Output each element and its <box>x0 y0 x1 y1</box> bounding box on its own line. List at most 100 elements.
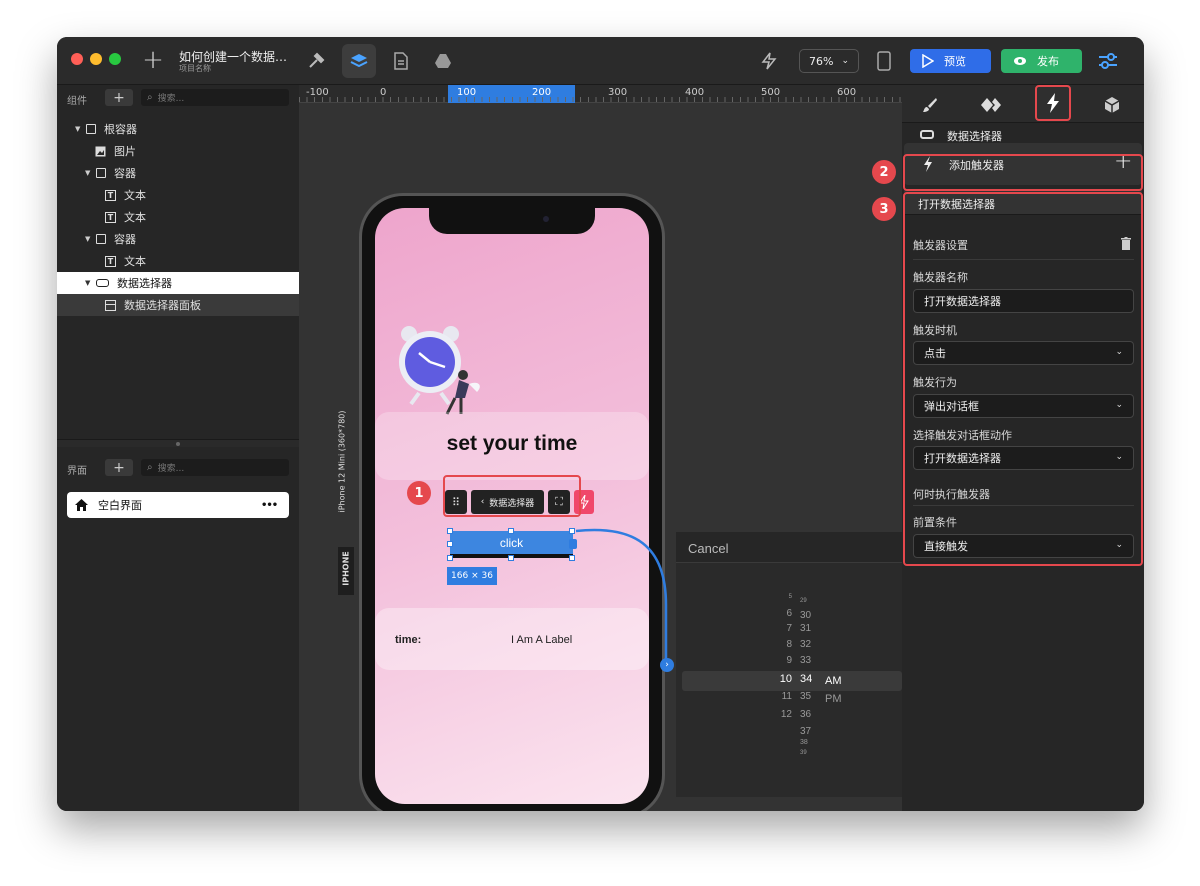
step-badge-2: 2 <box>872 160 896 184</box>
chevron-right-icon[interactable]: › <box>660 658 674 672</box>
device-icon[interactable] <box>875 49 893 73</box>
tree-item-container[interactable]: ▼ 容器 <box>57 228 299 250</box>
minimize-window-button[interactable] <box>90 53 102 65</box>
picker-minute[interactable]: 35 <box>800 691 811 702</box>
resize-handle[interactable] <box>447 528 453 534</box>
page-search-input[interactable]: ⌕ 搜索... <box>141 459 289 476</box>
size-tag: 166 × 36 <box>447 567 497 585</box>
resize-handle[interactable] <box>447 541 453 547</box>
zoom-select[interactable]: 76% ⌄ <box>799 49 859 73</box>
tree-item-datapicker[interactable]: ▼ 数据选择器 <box>57 272 299 294</box>
am-label[interactable]: AM <box>825 675 842 687</box>
text-icon: T <box>105 255 116 267</box>
sidebar-divider[interactable] <box>57 439 299 447</box>
picker-minute[interactable]: 37 <box>800 726 811 737</box>
datepicker-panel: Cancel 5 6 7 8 9 10 11 12 29 30 31 32 33 34 35 36 37 38 3… <box>676 532 902 797</box>
more-options-icon[interactable]: ••• <box>261 500 278 511</box>
picker-minute[interactable]: 31 <box>800 623 811 634</box>
preview-button[interactable]: 预览 <box>910 49 991 73</box>
device-tab[interactable]: IPHONE <box>338 547 354 595</box>
search-placeholder: 搜索... <box>157 94 185 104</box>
tree-item-root[interactable]: ▼ 根容器 <box>57 118 299 140</box>
datapicker-icon <box>920 130 934 139</box>
project-subtitle: 项目名称 <box>179 64 211 73</box>
layers-icon[interactable] <box>342 44 376 78</box>
picker-hour[interactable]: 7 <box>786 623 792 634</box>
picker-minute[interactable]: 34 <box>800 673 812 685</box>
picker-hour[interactable]: 9 <box>786 655 792 666</box>
resize-handle[interactable] <box>508 528 514 534</box>
drive-icon[interactable] <box>430 48 456 74</box>
page-item-blank[interactable]: 空白界面 ••• <box>67 492 289 518</box>
picker-selection-band <box>682 671 902 691</box>
picker-minute[interactable]: 36 <box>800 709 811 720</box>
tree-item-image[interactable]: 图片 <box>57 140 299 162</box>
tree-item-datapicker-panel[interactable]: 数据选择器面板 <box>57 294 299 316</box>
phone-notch <box>429 208 595 234</box>
add-page-button[interactable]: + <box>105 459 133 476</box>
hammer-icon[interactable] <box>303 48 329 74</box>
brush-icon[interactable] <box>916 93 944 117</box>
time-value: I Am A Label <box>511 634 573 646</box>
expand-triangle-icon[interactable]: ▼ <box>85 279 91 287</box>
picker-hour[interactable]: 8 <box>786 639 792 650</box>
picker-minute[interactable]: 39 <box>800 750 807 756</box>
picker-hour[interactable]: 6 <box>786 608 792 619</box>
preview-label: 预览 <box>944 55 966 68</box>
bolt-outline-icon[interactable] <box>757 49 781 73</box>
text-icon: T <box>105 189 116 201</box>
add-icon[interactable]: + <box>141 45 165 75</box>
chevron-down-icon: ⌄ <box>841 56 849 66</box>
cancel-button[interactable]: Cancel <box>688 541 728 556</box>
picker-hour[interactable]: 10 <box>780 673 792 685</box>
tree-label: 文本 <box>124 211 146 224</box>
panel-icon <box>105 299 116 311</box>
pages-label: 界面 <box>67 466 87 477</box>
maximize-window-button[interactable] <box>109 53 121 65</box>
expand-triangle-icon[interactable]: ▼ <box>85 235 91 243</box>
tree-item-text[interactable]: T 文本 <box>57 250 299 272</box>
search-placeholder: 搜索... <box>157 464 185 474</box>
resize-handle[interactable] <box>447 555 453 561</box>
container-icon <box>96 168 106 178</box>
picker-minute[interactable]: 33 <box>800 655 811 666</box>
expand-triangle-icon[interactable]: ▼ <box>75 125 81 133</box>
container-icon <box>96 234 106 244</box>
tree-label: 图片 <box>114 145 136 158</box>
design-canvas[interactable]: -100 0 100 200 300 400 500 600 iPhone 12… <box>299 85 902 811</box>
picker-minute[interactable]: 32 <box>800 639 811 650</box>
eye-icon <box>1014 57 1026 65</box>
click-button[interactable]: click <box>450 531 573 558</box>
cube-icon[interactable] <box>1098 93 1126 117</box>
diamond-icon[interactable] <box>977 93 1005 117</box>
tree-item-text[interactable]: T 文本 <box>57 206 299 228</box>
close-window-button[interactable] <box>71 53 83 65</box>
pm-label[interactable]: PM <box>825 693 842 705</box>
picker-hour[interactable]: 12 <box>781 709 792 720</box>
settings-sliders-icon[interactable] <box>1095 49 1121 73</box>
tree-label: 文本 <box>124 189 146 202</box>
highlight-add-trigger <box>903 154 1143 191</box>
publish-label: 发布 <box>1037 55 1059 68</box>
add-component-button[interactable]: + <box>105 89 133 106</box>
horizontal-ruler: -100 0 100 200 300 400 500 600 <box>299 85 902 103</box>
component-search-input[interactable]: ⌕ 搜索... <box>141 89 289 106</box>
picker-hour[interactable]: 5 <box>789 594 792 600</box>
tree-item-container[interactable]: ▼ 容器 <box>57 162 299 184</box>
container-icon <box>86 124 96 134</box>
picker-minute[interactable]: 38 <box>800 739 808 746</box>
tree-item-text[interactable]: T 文本 <box>57 184 299 206</box>
tree-label: 数据选择器面板 <box>124 299 201 312</box>
search-icon: ⌕ <box>147 92 153 103</box>
picker-minute[interactable]: 30 <box>800 610 811 621</box>
picker-minute[interactable]: 29 <box>800 598 807 604</box>
drag-handle-icon[interactable] <box>176 442 180 446</box>
picker-hour[interactable]: 11 <box>782 691 792 702</box>
resize-handle[interactable] <box>508 555 514 561</box>
trigger-tab-icon[interactable] <box>1035 85 1071 121</box>
tree-label: 数据选择器 <box>117 277 172 290</box>
expand-triangle-icon[interactable]: ▼ <box>85 169 91 177</box>
document-icon[interactable] <box>388 48 414 74</box>
play-icon <box>922 54 934 68</box>
publish-button[interactable]: 发布 <box>1001 49 1082 73</box>
